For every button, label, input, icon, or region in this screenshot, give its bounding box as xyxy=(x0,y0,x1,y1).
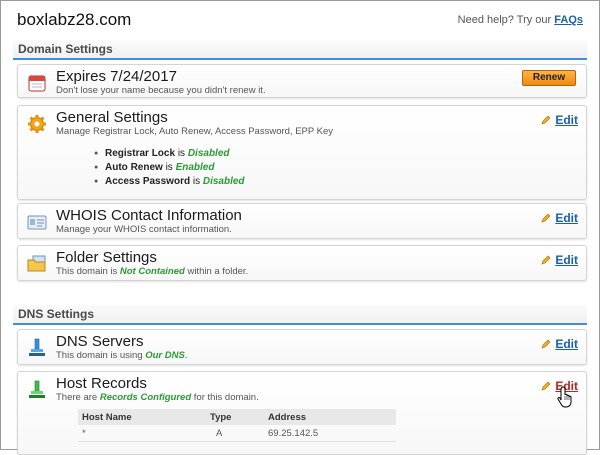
expires-card: Expires 7/24/2017 Don't lose your name b… xyxy=(17,64,587,98)
renew-button[interactable]: Renew xyxy=(522,70,576,86)
desc-text: within a folder. xyxy=(184,266,249,277)
general-settings-edit-button[interactable]: Edit xyxy=(541,113,578,127)
table-header-row: Host Name Type Address xyxy=(78,409,396,425)
table-row: * A 69.25.142.5 xyxy=(78,425,396,442)
server-icon xyxy=(29,338,45,356)
folder-settings-title: Folder Settings xyxy=(56,249,157,266)
edit-label: Edit xyxy=(555,113,578,127)
dns-servers-title: DNS Servers xyxy=(56,333,144,350)
setting-label: Access Password xyxy=(105,176,191,187)
dns-servers-card: DNS Servers This domain is using Our DNS… xyxy=(17,329,587,365)
hand-cursor-icon xyxy=(557,386,572,408)
setting-value: Disabled xyxy=(202,176,245,187)
dns-servers-edit-button[interactable]: Edit xyxy=(541,337,578,351)
pencil-icon xyxy=(541,381,551,391)
expires-desc: Don't lose your name because you didn't … xyxy=(56,85,266,96)
pencil-icon xyxy=(541,339,551,349)
faqs-link[interactable]: FAQs xyxy=(554,14,583,26)
host-records-desc: There are Records Configured for this do… xyxy=(56,392,259,403)
records-status: Records Configured xyxy=(99,392,192,403)
section-title: Domain Settings xyxy=(18,42,113,56)
desc-text: This domain is using xyxy=(56,350,146,361)
calendar-icon xyxy=(28,75,46,92)
page-header: boxlabz28.com Need help? Try our FAQs xyxy=(1,1,599,37)
edit-label: Edit xyxy=(555,337,578,351)
host-records-title: Host Records xyxy=(56,375,147,392)
pencil-icon xyxy=(541,213,551,223)
column-header: Address xyxy=(264,409,396,425)
setting-is: is xyxy=(190,176,203,187)
host-name-cell: * xyxy=(78,425,206,442)
host-records-table: Host Name Type Address * A 69.25.142.5 xyxy=(78,409,396,442)
domain-name: boxlabz28.com xyxy=(17,10,132,29)
expires-title: Expires 7/24/2017 xyxy=(56,68,177,85)
whois-card: WHOIS Contact Information Manage your WH… xyxy=(17,203,587,239)
pencil-icon xyxy=(541,115,551,125)
whois-title: WHOIS Contact Information xyxy=(56,207,242,224)
host-records-icon xyxy=(29,380,45,398)
desc-text: This domain is xyxy=(56,266,120,277)
help-text: Need help? Try our FAQs xyxy=(458,14,583,26)
setting-row-registrar-lock: Registrar Lock is Disabled xyxy=(94,147,245,161)
whois-edit-button[interactable]: Edit xyxy=(541,211,578,225)
folder-edit-button[interactable]: Edit xyxy=(541,253,578,267)
desc-text: for this domain. xyxy=(191,392,259,403)
setting-label: Registrar Lock xyxy=(105,148,176,159)
general-settings-card: General Settings Manage Registrar Lock, … xyxy=(17,105,587,200)
section-title: DNS Settings xyxy=(18,307,95,321)
whois-desc: Manage your WHOIS contact information. xyxy=(56,224,232,235)
setting-row-access-password: Access Password is Disabled xyxy=(94,175,245,189)
setting-is: is xyxy=(162,162,176,173)
type-cell: A xyxy=(206,425,264,442)
folder-settings-desc: This domain is Not Contained within a fo… xyxy=(56,266,248,277)
desc-text: . xyxy=(184,350,188,361)
dns-servers-desc: This domain is using Our DNS. xyxy=(56,350,187,361)
setting-value: Disabled xyxy=(187,148,230,159)
edit-label: Edit xyxy=(555,253,578,267)
setting-row-auto-renew: Auto Renew is Enabled xyxy=(94,161,245,175)
folder-settings-card: Folder Settings This domain is Not Conta… xyxy=(17,245,587,281)
dns-settings-header: DNS Settings xyxy=(13,305,587,325)
setting-value: Enabled xyxy=(175,162,215,173)
column-header: Type xyxy=(206,409,264,425)
general-settings-title: General Settings xyxy=(56,109,168,126)
gear-icon xyxy=(28,115,46,133)
contact-card-icon xyxy=(27,215,47,230)
edit-label: Edit xyxy=(555,211,578,225)
host-records-card: Host Records There are Records Configure… xyxy=(17,371,587,455)
folder-icon xyxy=(27,255,46,272)
column-header: Host Name xyxy=(78,409,206,425)
pencil-icon xyxy=(541,255,551,265)
folder-status: Not Contained xyxy=(119,266,185,277)
dns-provider: Our DNS xyxy=(145,350,185,361)
setting-label: Auto Renew xyxy=(105,162,163,173)
domain-settings-header: Domain Settings xyxy=(13,40,587,60)
address-cell: 69.25.142.5 xyxy=(264,425,396,442)
desc-text: There are xyxy=(56,392,100,403)
help-prefix: Need help? Try our xyxy=(457,14,555,26)
setting-is: is xyxy=(175,148,188,159)
general-settings-list: Registrar Lock is Disabled Auto Renew is… xyxy=(94,147,245,189)
general-settings-desc: Manage Registrar Lock, Auto Renew, Acces… xyxy=(56,126,334,137)
